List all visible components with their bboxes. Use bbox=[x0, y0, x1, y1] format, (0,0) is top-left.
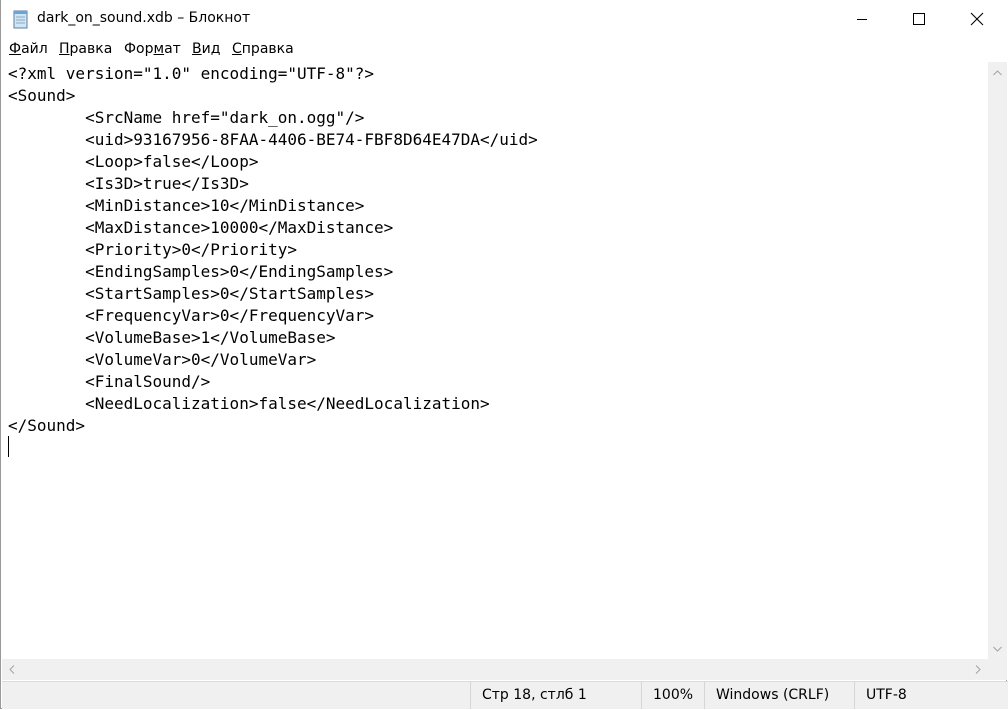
text-caret bbox=[8, 436, 9, 457]
menu-file-accel: Ф bbox=[9, 41, 22, 57]
horizontal-scrollbar[interactable] bbox=[2, 659, 988, 680]
document-text[interactable]: <?xml version="1.0" encoding="UTF-8"?> <… bbox=[8, 63, 538, 437]
maximize-button[interactable] bbox=[890, 0, 948, 38]
menu-format-accel: м bbox=[153, 41, 165, 57]
menu-format-label: ат bbox=[164, 41, 181, 57]
notepad-app-icon[interactable] bbox=[12, 9, 30, 29]
minimize-icon bbox=[857, 19, 867, 20]
status-encoding: UTF-8 bbox=[854, 682, 1008, 709]
maximize-icon bbox=[913, 13, 925, 25]
status-cursor-position: Стр 18, стлб 1 bbox=[470, 682, 641, 709]
menu-view[interactable]: Вид bbox=[192, 41, 220, 57]
menu-view-label: ид bbox=[201, 41, 221, 57]
status-bar: Стр 18, стлб 1 100% Windows (CRLF) UTF-8 bbox=[2, 681, 1008, 709]
menu-view-accel: В bbox=[192, 41, 202, 57]
menu-help-accel: С bbox=[232, 41, 242, 57]
scroll-down-arrow-icon[interactable] bbox=[988, 638, 1007, 659]
scroll-up-arrow-icon[interactable] bbox=[988, 62, 1007, 83]
menu-format[interactable]: Формат bbox=[124, 41, 181, 57]
minimize-button[interactable] bbox=[833, 0, 891, 38]
close-button[interactable] bbox=[948, 0, 1006, 38]
menu-edit-accel: П bbox=[59, 41, 70, 57]
scrollbar-corner bbox=[988, 659, 1007, 680]
close-icon bbox=[970, 12, 984, 26]
menu-file[interactable]: Файл bbox=[9, 41, 48, 57]
menu-help-label: правка bbox=[241, 41, 294, 57]
notepad-window: dark_on_sound.xdb – Блокнот Файл Правка … bbox=[0, 0, 1008, 709]
vertical-scrollbar[interactable] bbox=[988, 62, 1007, 659]
window-title: dark_on_sound.xdb – Блокнот bbox=[37, 10, 251, 26]
status-line-endings: Windows (CRLF) bbox=[704, 682, 854, 709]
menu-help[interactable]: Справка bbox=[232, 41, 294, 57]
menu-file-label: айл bbox=[21, 41, 48, 57]
menu-edit-label: равка bbox=[69, 41, 113, 57]
menu-edit[interactable]: Правка bbox=[59, 41, 112, 57]
menu-bar: Файл Правка Формат Вид Справка bbox=[1, 38, 1008, 62]
menu-format-label-pre: Фор bbox=[124, 41, 154, 57]
scroll-left-arrow-icon[interactable] bbox=[2, 659, 21, 680]
text-editor-area[interactable]: <?xml version="1.0" encoding="UTF-8"?> <… bbox=[2, 62, 988, 659]
title-bar[interactable]: dark_on_sound.xdb – Блокнот bbox=[1, 0, 1008, 38]
status-zoom: 100% bbox=[641, 682, 703, 709]
scroll-right-arrow-icon[interactable] bbox=[967, 659, 988, 680]
